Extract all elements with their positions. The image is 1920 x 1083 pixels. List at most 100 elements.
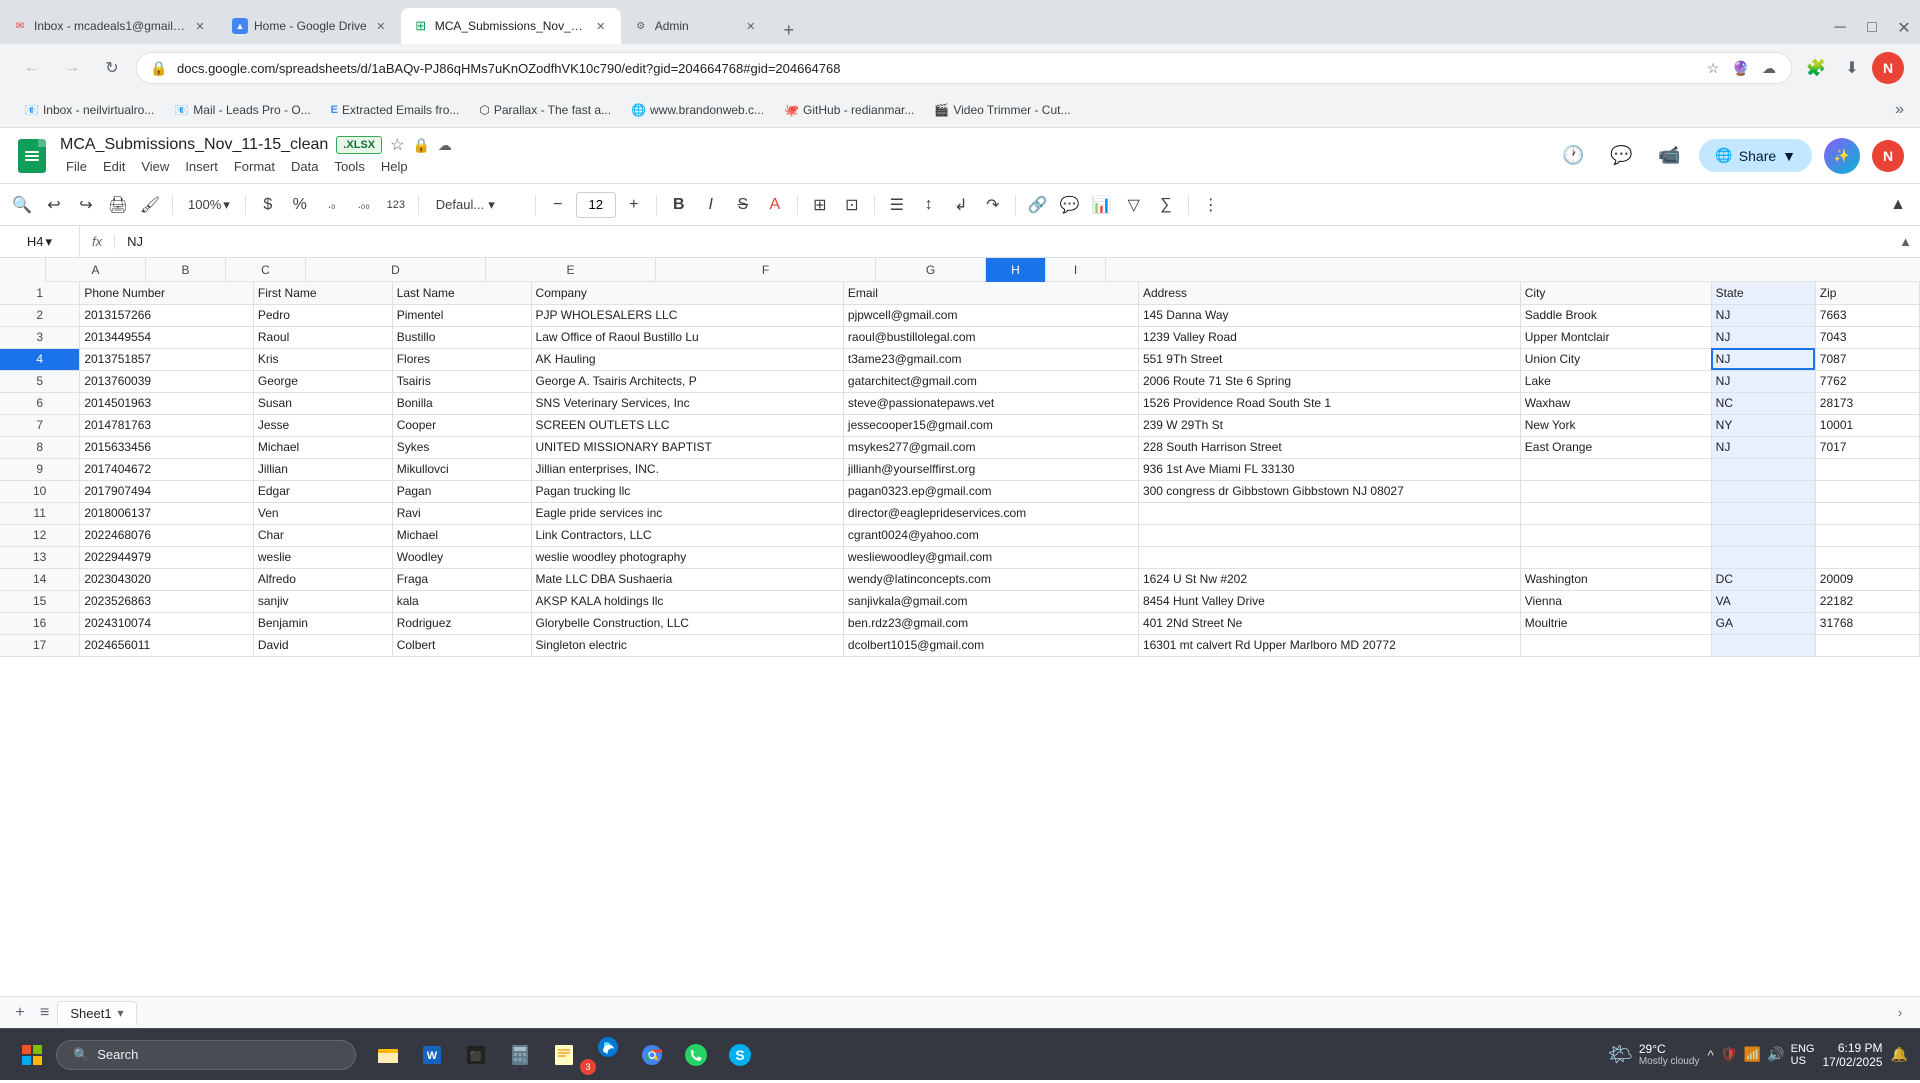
cell-r16-c8[interactable]: GA (1711, 612, 1815, 634)
cell-r16-c4[interactable]: Glorybelle Construction, LLC (531, 612, 843, 634)
cell-r1-c4[interactable]: Company (531, 282, 843, 304)
cell-r12-c8[interactable] (1711, 524, 1815, 546)
formula-function-icon[interactable]: fx (80, 234, 115, 249)
taskbar-app-3[interactable]: ⬛ (456, 1035, 496, 1075)
cell-r14-c3[interactable]: Fraga (392, 568, 531, 590)
cell-r7-c7[interactable]: New York (1520, 414, 1711, 436)
rotate-button[interactable]: ↷ (979, 191, 1007, 219)
cell-r9-c9[interactable] (1815, 458, 1919, 480)
cell-r16-c6[interactable]: 401 2Nd Street Ne (1138, 612, 1520, 634)
cell-r8-c4[interactable]: UNITED MISSIONARY BAPTIST (531, 436, 843, 458)
taskbar-calculator[interactable] (500, 1035, 540, 1075)
cell-r1-c9[interactable]: Zip (1815, 282, 1919, 304)
col-header-h[interactable]: H (986, 258, 1046, 282)
chart-button[interactable]: 📊 (1088, 191, 1116, 219)
cell-r7-c6[interactable]: 239 W 29Th St (1138, 414, 1520, 436)
sheet-scroll-right[interactable]: › (1888, 1001, 1912, 1025)
cell-r2-c5[interactable]: pjpwcell@gmail.com (843, 304, 1138, 326)
text-color-button[interactable]: A (761, 191, 789, 219)
cell-r6-c9[interactable]: 28173 (1815, 392, 1919, 414)
cell-r12-c9[interactable] (1815, 524, 1919, 546)
tab-admin-close[interactable]: ✕ (743, 18, 759, 34)
cell-r3-c9[interactable]: 7043 (1815, 326, 1919, 348)
cell-r16-c7[interactable]: Moultrie (1520, 612, 1711, 634)
percent-button[interactable]: % (286, 191, 314, 219)
cell-r3-c8[interactable]: NJ (1711, 326, 1815, 348)
cell-r4-c5[interactable]: t3ame23@gmail.com (843, 348, 1138, 370)
valign-button[interactable]: ↕ (915, 191, 943, 219)
bookmark-emails[interactable]: E Extracted Emails fro... (323, 99, 468, 121)
cell-r11-c4[interactable]: Eagle pride services inc (531, 502, 843, 524)
cell-r10-c7[interactable] (1520, 480, 1711, 502)
col-header-f[interactable]: F (656, 258, 876, 282)
cell-r9-c6[interactable]: 936 1st Ave Miami FL 33130 (1138, 458, 1520, 480)
currency-button[interactable]: $ (254, 191, 282, 219)
cell-r16-c2[interactable]: Benjamin (253, 612, 392, 634)
cell-r5-c3[interactable]: Tsairis (392, 370, 531, 392)
row-number-5[interactable]: 5 (0, 370, 80, 392)
merge-button[interactable]: ⊡ (838, 191, 866, 219)
row-number-16[interactable]: 16 (0, 612, 80, 634)
font-selector[interactable]: Defaul... ▾ (427, 194, 527, 216)
cell-r4-c7[interactable]: Union City (1520, 348, 1711, 370)
cell-r4-c9[interactable]: 7087 (1815, 348, 1919, 370)
meet-button[interactable]: 📹 (1651, 138, 1687, 174)
cell-r4-c2[interactable]: Kris (253, 348, 392, 370)
cell-r7-c8[interactable]: NY (1711, 414, 1815, 436)
cell-r15-c5[interactable]: sanjivkala@gmail.com (843, 590, 1138, 612)
cell-r8-c3[interactable]: Sykes (392, 436, 531, 458)
cell-r11-c7[interactable] (1520, 502, 1711, 524)
menu-format[interactable]: Format (228, 157, 281, 176)
tab-gmail[interactable]: ✉ Inbox - mcadeals1@gmail.com ✕ (0, 8, 220, 44)
filter-button[interactable]: ▽ (1120, 191, 1148, 219)
cell-r9-c3[interactable]: Mikullovci (392, 458, 531, 480)
row-number-2[interactable]: 2 (0, 304, 80, 326)
cell-r5-c7[interactable]: Lake (1520, 370, 1711, 392)
cell-r5-c8[interactable]: NJ (1711, 370, 1815, 392)
cell-r17-c2[interactable]: David (253, 634, 392, 656)
cell-r15-c1[interactable]: 2023526863 (80, 590, 254, 612)
redo-button[interactable]: ↪ (72, 191, 100, 219)
cell-r4-c8[interactable]: NJ (1711, 348, 1815, 370)
cell-r9-c4[interactable]: Jillian enterprises, INC. (531, 458, 843, 480)
cell-r10-c8[interactable] (1711, 480, 1815, 502)
cell-r13-c6[interactable] (1138, 546, 1520, 568)
font-size-increase[interactable]: + (620, 191, 648, 219)
cell-r2-c2[interactable]: Pedro (253, 304, 392, 326)
menu-view[interactable]: View (135, 157, 175, 176)
share-button[interactable]: 🌐 Share ▼ (1699, 139, 1812, 172)
col-header-c[interactable]: C (226, 258, 306, 282)
cell-r14-c9[interactable]: 20009 (1815, 568, 1919, 590)
cell-r10-c5[interactable]: pagan0323.ep@gmail.com (843, 480, 1138, 502)
tab-admin[interactable]: ⚙ Admin ✕ (621, 8, 771, 44)
cell-r5-c6[interactable]: 2006 Route 71 Ste 6 Spring (1138, 370, 1520, 392)
row-number-15[interactable]: 15 (0, 590, 80, 612)
cell-r17-c4[interactable]: Singleton electric (531, 634, 843, 656)
italic-button[interactable]: I (697, 191, 725, 219)
tab-drive[interactable]: ▲ Home - Google Drive ✕ (220, 8, 401, 44)
bookmark-github[interactable]: 🐙 GitHub - redianmar... (776, 99, 922, 121)
cell-r16-c5[interactable]: ben.rdz23@gmail.com (843, 612, 1138, 634)
cell-r10-c9[interactable] (1815, 480, 1919, 502)
cell-r3-c6[interactable]: 1239 Valley Road (1138, 326, 1520, 348)
cell-r11-c1[interactable]: 2018006137 (80, 502, 254, 524)
cell-r14-c4[interactable]: Mate LLC DBA Sushaeria (531, 568, 843, 590)
add-sheet-button[interactable]: + (8, 1001, 32, 1025)
cell-r8-c7[interactable]: East Orange (1520, 436, 1711, 458)
decimal-up-button[interactable]: .₀₀ (350, 191, 378, 219)
grid-container[interactable]: 1Phone NumberFirst NameLast NameCompanyE… (0, 282, 1920, 996)
comments-button[interactable]: 💬 (1603, 138, 1639, 174)
cell-r12-c1[interactable]: 2022468076 (80, 524, 254, 546)
cell-r15-c6[interactable]: 8454 Hunt Valley Drive (1138, 590, 1520, 612)
user-avatar[interactable]: N (1872, 140, 1904, 172)
cell-r1-c2[interactable]: First Name (253, 282, 392, 304)
function-button[interactable]: ∑ (1152, 191, 1180, 219)
search-toolbar-button[interactable]: 🔍 (8, 191, 36, 219)
cell-r8-c8[interactable]: NJ (1711, 436, 1815, 458)
cell-r9-c8[interactable] (1711, 458, 1815, 480)
cell-r6-c2[interactable]: Susan (253, 392, 392, 414)
format-123-button[interactable]: 123 (382, 191, 410, 219)
row-number-6[interactable]: 6 (0, 392, 80, 414)
bold-button[interactable]: B (665, 191, 693, 219)
arrow-up-icon[interactable]: ^ (1707, 1047, 1714, 1063)
